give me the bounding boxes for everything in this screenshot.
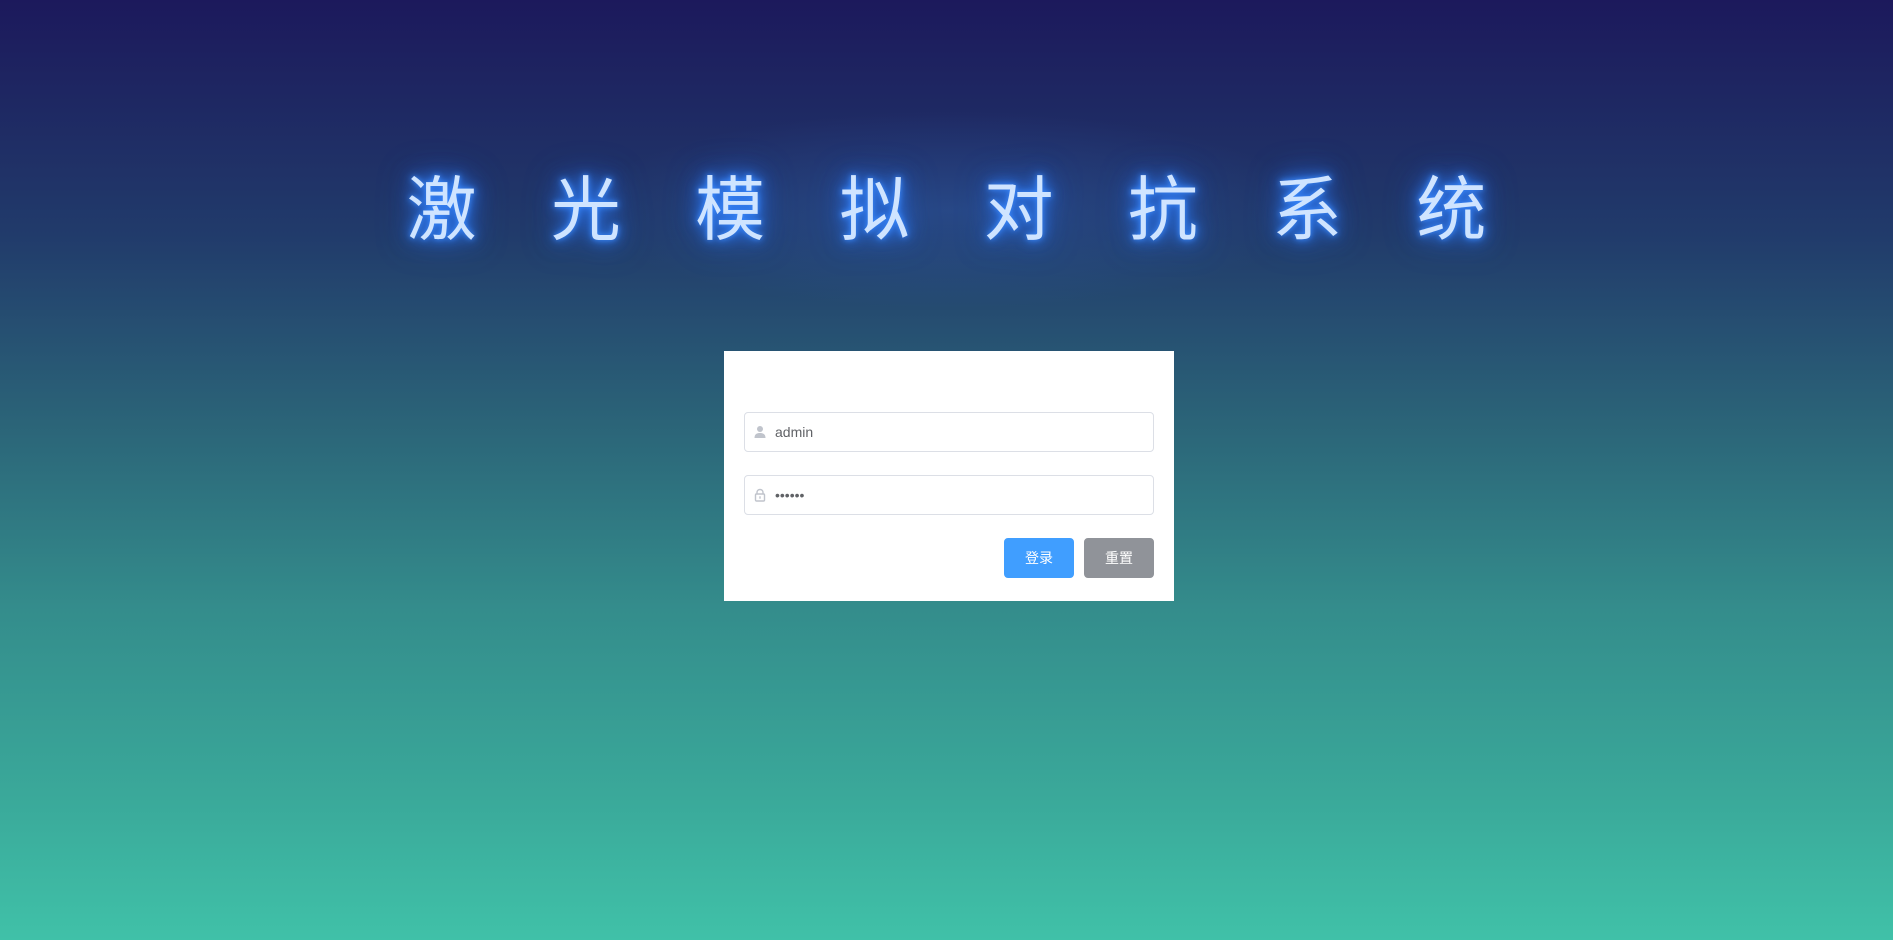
reset-button[interactable]: 重置 [1084,538,1154,578]
login-button[interactable]: 登录 [1004,538,1074,578]
form-actions: 登录 重置 [1004,538,1154,578]
lock-icon [745,476,775,514]
password-field[interactable] [744,475,1154,515]
login-card: 登录 重置 [724,351,1174,601]
user-icon [745,413,775,451]
username-field[interactable] [744,412,1154,452]
page-title: 激 光 模 拟 对 抗 系 统 [406,169,1513,251]
username-input[interactable] [775,414,1153,450]
password-input[interactable] [775,477,1153,513]
